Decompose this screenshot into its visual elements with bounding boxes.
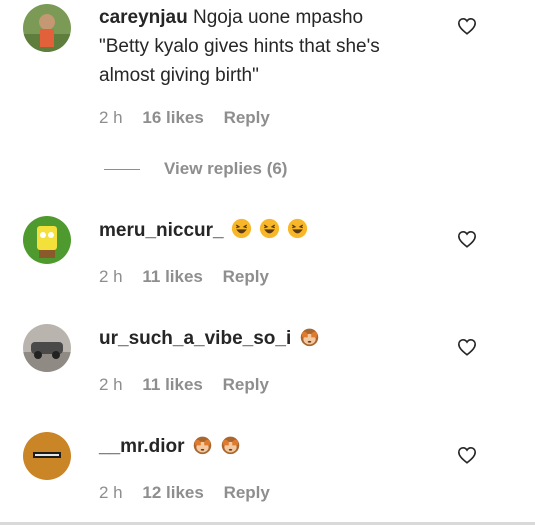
- likes-count[interactable]: 12 likes: [142, 483, 203, 502]
- comment-time: 2 h: [99, 375, 123, 394]
- likes-count[interactable]: 11 likes: [142, 267, 203, 286]
- laughing-emoji-icon: [257, 218, 285, 241]
- comment-meta: 2 h 11 likes Reply: [99, 375, 284, 395]
- comment-text: careynjau Ngoja uone mpasho: [99, 7, 364, 28]
- comment-time: 2 h: [99, 483, 123, 502]
- comment-time: 2 h: [99, 108, 123, 127]
- heart-outline-icon[interactable]: [457, 17, 477, 35]
- reply-button[interactable]: Reply: [224, 483, 270, 502]
- username[interactable]: __mr.dior: [99, 436, 185, 457]
- avatar[interactable]: [23, 432, 71, 480]
- divider: [104, 168, 140, 170]
- reply-button[interactable]: Reply: [224, 108, 270, 127]
- username[interactable]: ur_such_a_vibe_so_i: [99, 328, 291, 349]
- heart-outline-icon[interactable]: [457, 446, 477, 464]
- likes-count[interactable]: 16 likes: [142, 108, 203, 127]
- avatar[interactable]: [23, 216, 71, 264]
- reply-button[interactable]: Reply: [223, 267, 269, 286]
- likes-count[interactable]: 11 likes: [142, 375, 203, 394]
- heart-outline-icon[interactable]: [457, 230, 477, 248]
- username[interactable]: meru_niccur_: [99, 220, 224, 241]
- comment-text-line: "Betty kyalo gives hints that she's: [99, 36, 380, 57]
- comment-meta: 2 h 16 likes Reply: [99, 108, 285, 128]
- see-no-evil-monkey-icon: [190, 436, 218, 457]
- view-replies-label: View replies (6): [164, 159, 288, 178]
- comment-text: meru_niccur_: [99, 216, 308, 245]
- see-no-evil-monkey-icon: [297, 328, 320, 349]
- laughing-emoji-icon: [285, 218, 308, 241]
- comment-meta: 2 h 11 likes Reply: [99, 267, 284, 287]
- comment-meta: 2 h 12 likes Reply: [99, 483, 285, 503]
- laughing-emoji-icon: [229, 218, 257, 241]
- see-no-evil-monkey-icon: [218, 436, 241, 457]
- username[interactable]: careynjau: [99, 7, 188, 28]
- heart-outline-icon[interactable]: [457, 338, 477, 356]
- avatar[interactable]: [23, 4, 71, 52]
- comment-text: ur_such_a_vibe_so_i: [99, 324, 320, 353]
- comment-time: 2 h: [99, 267, 123, 286]
- reply-button[interactable]: Reply: [223, 375, 269, 394]
- comment-text-line: almost giving birth": [99, 65, 259, 86]
- view-replies-button[interactable]: View replies (6): [104, 157, 287, 181]
- comment-text: __mr.dior: [99, 432, 241, 461]
- avatar[interactable]: [23, 324, 71, 372]
